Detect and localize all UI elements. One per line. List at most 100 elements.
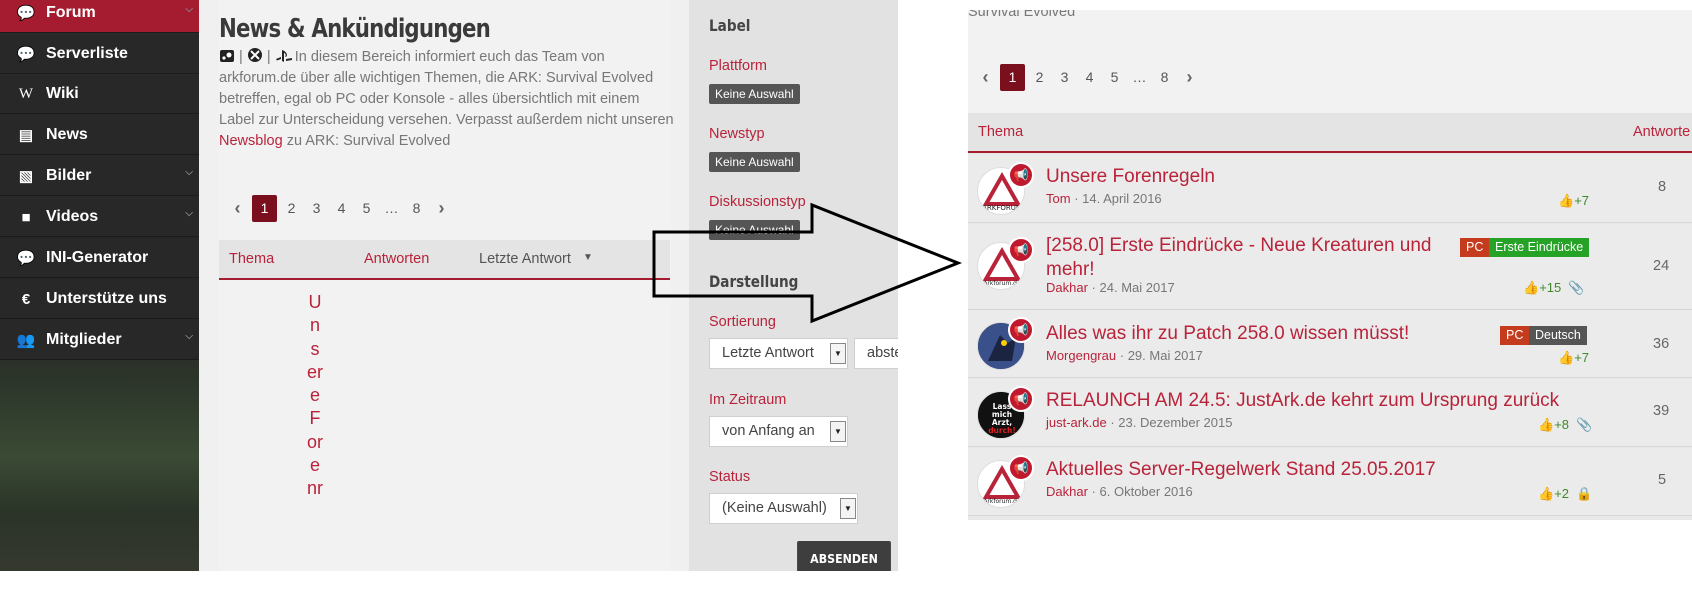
page-ellipsis: …: [1132, 69, 1147, 85]
chat-icon: 💬: [16, 5, 36, 22]
likes[interactable]: 👍+7: [1558, 193, 1589, 209]
thread-row[interactable]: 📢 Alles was ihr zu Patch 258.0 wissen mü…: [968, 310, 1692, 378]
column-antworten[interactable]: Antworte: [1633, 124, 1690, 140]
thread-title[interactable]: [258.0] Erste Eindrücke - Neue Kreaturen…: [1046, 234, 1436, 282]
euro-icon: €: [21, 290, 31, 308]
chevron-down-icon[interactable]: ⌵: [185, 4, 193, 15]
likes[interactable]: 👍+15: [1523, 280, 1561, 296]
page-link[interactable]: 5: [1102, 64, 1127, 91]
sidebar-item-wiki[interactable]: W Wiki: [0, 75, 199, 114]
likes[interactable]: 👍+8: [1538, 417, 1569, 433]
page-link[interactable]: 3: [304, 195, 329, 222]
sidebar-item-bilder[interactable]: ▧ Bilder ⌵: [0, 157, 199, 196]
chevron-left-icon[interactable]: ‹: [225, 198, 250, 219]
order-select[interactable]: abste: [854, 338, 898, 369]
chevron-right-icon[interactable]: ›: [429, 198, 454, 219]
sidebar-item-label: Unterstütze uns: [46, 290, 167, 307]
column-thema[interactable]: Thema: [978, 124, 1023, 140]
tag-pc[interactable]: PC: [1460, 238, 1490, 257]
sidebar-item-mitglieder[interactable]: 👥 Mitglieder ⌵: [0, 321, 199, 360]
chevron-down-icon[interactable]: ⌵: [185, 208, 193, 219]
thread-author[interactable]: Dakhar: [1046, 484, 1088, 499]
table-header: Thema Antworten Letzte Antwort ▼: [219, 240, 670, 280]
thread-author[interactable]: Morgengrau: [1046, 348, 1116, 363]
sortierung-value: Letzte Antwort: [722, 345, 814, 361]
column-antworten[interactable]: Antworten: [364, 251, 429, 267]
playstation-icon: [275, 49, 292, 63]
page-link[interactable]: 2: [1027, 64, 1052, 91]
sidebar-item-videos[interactable]: ■ Videos ⌵: [0, 198, 199, 237]
right-screenshot: Survival Evolved ‹ 1 2 3 4 5 … 8 › Thema…: [968, 10, 1692, 520]
tag-deutsch[interactable]: Deutsch: [1529, 326, 1587, 345]
thread-row[interactable]: Lass mich Arzt, durch! 📢 RELAUNCH AM 24.5: …: [968, 379, 1692, 447]
svg-text:Arkforum.de: Arkforum.de: [983, 498, 1021, 505]
status-select[interactable]: (Keine Auswahl) ▼: [709, 493, 858, 524]
thread-date: 24. Mai 2017: [1099, 280, 1175, 295]
sortierung-select[interactable]: Letzte Antwort ▼: [709, 338, 848, 369]
dropdown-arrow-icon[interactable]: ▼: [840, 498, 856, 519]
svg-text:ARKFORUM: ARKFORUM: [982, 204, 1022, 212]
megaphone-icon: 📢: [1008, 317, 1034, 343]
newstyp-label: Newstyp: [709, 126, 765, 142]
chevron-right-icon[interactable]: ›: [1177, 67, 1202, 88]
tag-erste-eindruecke[interactable]: Erste Eindrücke: [1489, 238, 1590, 257]
dropdown-arrow-icon[interactable]: ▼: [830, 343, 846, 364]
paperclip-icon: 📎: [1576, 417, 1593, 432]
sidebar-item-unterstuetze-uns[interactable]: € Unterstütze uns: [0, 280, 199, 319]
zeitraum-select[interactable]: von Anfang an ▼: [709, 416, 848, 447]
page-link[interactable]: 8: [404, 195, 429, 222]
meta-separator: ·: [1091, 280, 1096, 295]
column-letzte-antwort[interactable]: Letzte Antwort: [479, 251, 571, 267]
thread-author[interactable]: just-ark.de: [1046, 415, 1107, 430]
page-link[interactable]: 8: [1152, 64, 1177, 91]
sidebar-item-news[interactable]: ▤ News: [0, 116, 199, 155]
order-value: abste: [867, 345, 898, 361]
dropdown-arrow-icon[interactable]: ▼: [830, 421, 846, 442]
paperclip-icon: 📎: [1568, 280, 1585, 295]
tag-pc[interactable]: PC: [1500, 326, 1530, 345]
thread-title[interactable]: Unsere Forenregeln: [1046, 165, 1215, 189]
plattform-badge[interactable]: Keine Auswahl: [709, 84, 800, 104]
column-thema[interactable]: Thema: [229, 251, 274, 267]
newstyp-badge[interactable]: Keine Auswahl: [709, 152, 800, 172]
sidebar-item-serverliste[interactable]: 💬 Serverliste: [0, 35, 199, 74]
thread-title[interactable]: RELAUNCH AM 24.5: JustArk.de kehrt zum U…: [1046, 389, 1559, 413]
page-link[interactable]: 2: [279, 195, 304, 222]
page-link[interactable]: 5: [354, 195, 379, 222]
page-link[interactable]: 4: [1077, 64, 1102, 91]
page-ellipsis: …: [384, 200, 399, 216]
reply-count: 36: [1653, 336, 1670, 352]
page-link[interactable]: 4: [329, 195, 354, 222]
page-link[interactable]: 1: [252, 195, 277, 222]
thread-row[interactable]: ARKFORUM 📢 Unsere Forenregeln Tom · 14. …: [968, 155, 1692, 223]
thread-title[interactable]: Aktuelles Server-Regelwerk Stand 25.05.2…: [1046, 458, 1436, 482]
thread-row[interactable]: Arkforum.de 📢 [258.0] Erste Eindrücke - …: [968, 224, 1692, 310]
chevron-down-icon[interactable]: ⌵: [185, 167, 193, 178]
sidebar-item-forum[interactable]: 💬 Forum ⌵: [0, 0, 199, 33]
thread-meta: Morgengrau · 29. Mai 2017: [1046, 348, 1203, 363]
thread-title-squeezed[interactable]: UnsereForenr: [307, 291, 323, 501]
megaphone-icon: 📢: [1008, 237, 1034, 263]
page-link[interactable]: 3: [1052, 64, 1077, 91]
sidebar-item-ini-generator[interactable]: 💬 INI-Generator: [0, 239, 199, 278]
image-icon: ▧: [18, 168, 34, 185]
thumbs-up-icon: 👍: [1538, 486, 1555, 501]
likes[interactable]: 👍+2: [1538, 486, 1569, 502]
likes[interactable]: 👍+7: [1558, 350, 1589, 366]
pagination: ‹ 1 2 3 4 5 … 8 ›: [973, 64, 1202, 91]
status-value: (Keine Auswahl): [722, 500, 827, 516]
thread-author[interactable]: Dakhar: [1046, 280, 1088, 295]
thread-row[interactable]: Arkforum.de 📢 Aktuelles Server-Regelwerk…: [968, 448, 1692, 516]
meta-separator: ·: [1119, 348, 1125, 363]
chevron-left-icon[interactable]: ‹: [973, 67, 998, 88]
chat-icon: 💬: [16, 46, 36, 63]
submit-button[interactable]: ABSENDEN: [797, 541, 891, 571]
newsblog-link[interactable]: Newsblog: [219, 133, 283, 149]
page-link[interactable]: 1: [1000, 64, 1025, 91]
chevron-down-icon[interactable]: ⌵: [185, 331, 193, 342]
meta-separator: ·: [1074, 191, 1079, 206]
thread-author[interactable]: Tom: [1046, 191, 1071, 206]
thread-title[interactable]: Alles was ihr zu Patch 258.0 wissen müss…: [1046, 322, 1409, 346]
caret-down-icon: ▼: [583, 252, 593, 263]
reply-count: 8: [1658, 179, 1667, 195]
